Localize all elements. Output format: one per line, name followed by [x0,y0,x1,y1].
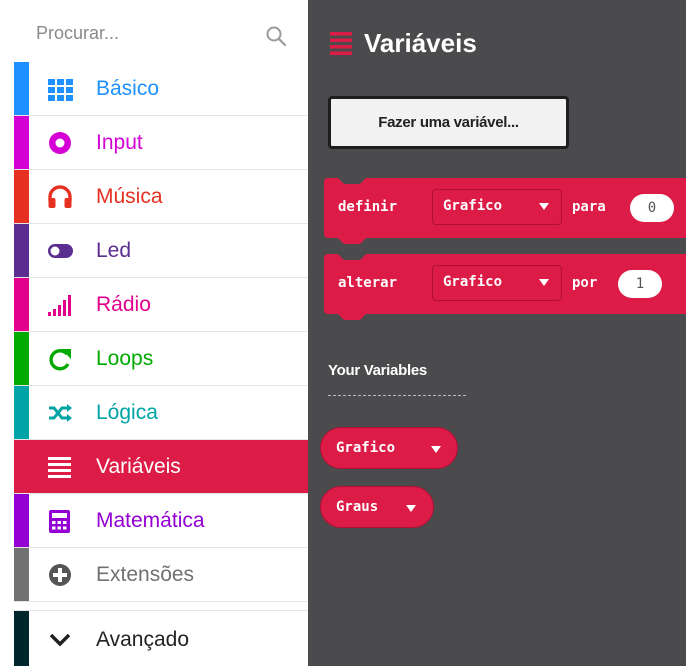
toggle-icon [48,244,73,258]
category-radio[interactable]: Rádio [14,278,308,332]
grid-icon [48,79,73,101]
category-label: Rádio [96,293,151,316]
your-variables-label: Your Variables [328,362,427,379]
category-color-bar [14,224,29,277]
loop-icon [49,349,71,371]
category-label: Led [96,239,132,262]
plus-circle-icon [49,564,71,586]
search-bar [0,0,308,62]
category-color-bar [14,278,29,331]
category-color-bar [14,116,29,169]
category-color-bar [14,332,29,385]
category-label: Variáveis [96,455,181,478]
lines-icon [48,457,71,478]
value-input[interactable]: 0 [630,194,674,222]
category-color-bar [14,170,29,223]
block-keyword: definir [338,199,398,215]
signal-icon [48,295,71,316]
toolbox-sidebar: Básico Input Música Led [0,0,308,666]
category-label: Matemática [96,509,205,532]
shuffle-icon [49,404,72,422]
caret-down-icon [539,203,549,210]
category-label: Básico [96,77,160,100]
block-keyword: alterar [338,275,398,291]
category-basico[interactable]: Básico [14,62,308,116]
category-color-bar [14,611,29,666]
category-musica[interactable]: Música [14,170,308,224]
category-extensoes[interactable]: Extensões [14,548,308,602]
caret-down-icon [406,505,416,512]
category-color-bar [14,386,29,439]
variables-flyout: Variáveis Fazer uma variável... definir … [308,0,686,666]
category-avancado[interactable]: Avançado [14,610,308,666]
target-icon [49,132,71,154]
category-loops[interactable]: Loops [14,332,308,386]
variable-dropdown[interactable]: Grafico [432,265,562,301]
category-color-bar [14,548,29,601]
chevron-down-icon [49,633,71,647]
flyout-title: Variáveis [364,28,477,58]
search-input[interactable] [36,18,236,48]
lines-icon [330,32,352,55]
category-color-bar [14,62,29,115]
category-label: Avançado [96,628,190,651]
category-variaveis[interactable]: Variáveis [14,440,308,494]
block-keyword: para [572,199,606,215]
category-label: Extensões [96,563,195,586]
block-keyword: por [572,275,598,291]
caret-down-icon [431,446,441,453]
variable-name: Grafico [443,274,503,290]
make-variable-button[interactable]: Fazer uma variável... [328,96,569,149]
variable-name: Grafico [336,440,396,456]
category-color-bar [14,494,29,547]
category-led[interactable]: Led [14,224,308,278]
divider [328,395,466,396]
category-label: Música [96,185,163,208]
variable-block[interactable]: Grafico [320,427,458,469]
change-variable-block[interactable]: alterar Grafico por 1 [324,254,686,320]
category-matematica[interactable]: Matemática [14,494,308,548]
search-icon[interactable] [264,24,288,48]
set-variable-block[interactable]: definir Grafico para 0 [324,178,686,244]
value-input[interactable]: 1 [618,270,662,298]
variable-name: Grafico [443,198,503,214]
variable-name: Graus [336,499,379,515]
category-label: Input [96,131,143,154]
caret-down-icon [539,279,549,286]
variable-dropdown[interactable]: Grafico [432,189,562,225]
category-logica[interactable]: Lógica [14,386,308,440]
headphones-icon [48,185,72,208]
category-color-bar [14,440,29,493]
variable-block[interactable]: Graus [320,486,434,528]
calculator-icon [49,510,70,533]
category-label: Lógica [96,401,158,424]
category-label: Loops [96,347,154,370]
category-input[interactable]: Input [14,116,308,170]
